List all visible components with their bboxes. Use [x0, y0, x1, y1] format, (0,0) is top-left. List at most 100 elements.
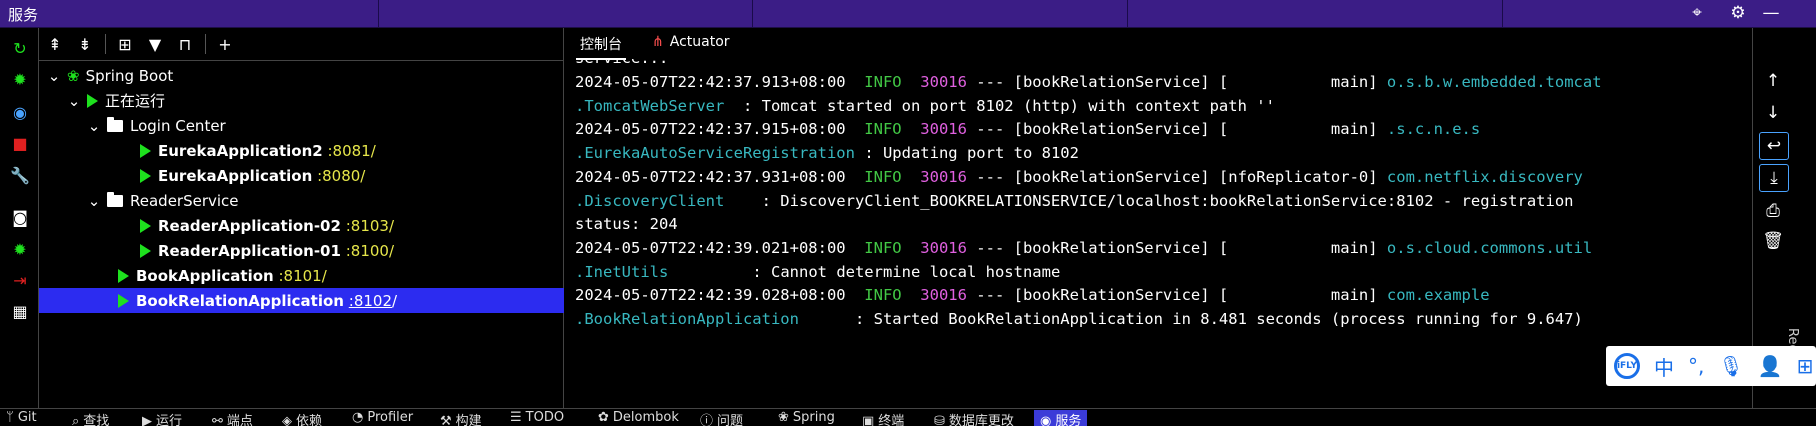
tree-node-app[interactable]: BookApplication :8101/ [39, 263, 642, 288]
scroll-to-end-icon[interactable]: ⤓ [1759, 164, 1789, 192]
app-port-link[interactable]: :8100/ [346, 242, 394, 260]
log-partial-line: service... [575, 59, 668, 67]
tree-toolbar: ⇞ ⇟ ⊞ ▼ ⊓ + [39, 28, 563, 61]
add-service-icon[interactable]: + [213, 32, 237, 56]
tool-window-button[interactable]: ⛁ 数据库更改 [934, 410, 1014, 426]
log-timestamp: 2024-05-07T22:42:37.913+08:00 [575, 73, 846, 91]
log-pid: 30016 [920, 167, 967, 186]
app-name: BookApplication [136, 266, 274, 285]
run-icon: ▶ [142, 414, 152, 426]
expand-all-icon[interactable]: ⇞ [43, 32, 67, 56]
delombok-icon: ✿ [598, 410, 609, 425]
tool-window-title: 服务 [8, 6, 39, 24]
tree-node-running[interactable]: ⌄ 正在运行 [39, 88, 591, 113]
log-logger: .s.c.n.e.s [1386, 120, 1481, 139]
ifly-logo[interactable]: iFLY [1614, 353, 1640, 379]
collapse-all-icon[interactable]: ⇟ [73, 32, 97, 56]
tab-console[interactable]: 控制台 [576, 34, 626, 60]
tool-window-button[interactable]: ⚯ 端点 [212, 410, 253, 426]
header-divider [378, 0, 379, 27]
database-icon: ⛁ [934, 414, 945, 426]
actuator-icon: ⋔ [652, 34, 664, 50]
log-timestamp: 2024-05-07T22:42:39.028+08:00 [575, 286, 846, 305]
tree-node-group[interactable]: ⌄ Login Center [39, 113, 611, 138]
log-level: INFO [864, 120, 902, 139]
app-port-link[interactable]: :8103/ [346, 217, 394, 235]
tool-window-button[interactable]: ❀ Spring [778, 410, 835, 425]
log-line: 2024-05-07T22:42:39.028+08:00 INFO 30016… [575, 286, 1490, 304]
apps-icon[interactable]: ⊞ [1797, 354, 1814, 378]
user-icon[interactable]: 👤 [1758, 354, 1783, 378]
browser-icon[interactable]: ◉ [8, 100, 32, 124]
microphone-icon[interactable]: 🎙 [1718, 354, 1743, 378]
log-timestamp: 2024-05-07T22:42:37.931+08:00 [575, 167, 846, 186]
target-icon[interactable]: ⌖ [1685, 2, 1709, 24]
tool-window-button[interactable]: ⓘ 问题 [700, 410, 743, 426]
rerun-icon[interactable]: ↻ [8, 36, 32, 60]
tool-window-button[interactable]: ◔ Profiler [352, 410, 413, 425]
chevron-down-icon[interactable]: ⌄ [87, 117, 101, 135]
build-icon: ⚒ [440, 414, 452, 426]
app-port-link[interactable]: :8102 [349, 292, 392, 310]
tree-node-group[interactable]: ⌄ ReaderService [39, 188, 611, 213]
log-padding [724, 192, 761, 210]
tree-node-app-selected[interactable]: BookRelationApplication :8102/ [39, 288, 642, 313]
console-log[interactable]: service... 2024-05-07T22:42:37.913+08:00… [564, 59, 1751, 408]
layout-icon[interactable]: ▦ [8, 299, 32, 323]
wrench-icon[interactable]: 🔧 [8, 163, 32, 187]
tool-window-button[interactable]: ⚒ 构建 [440, 410, 482, 426]
log-logger: com.netflix.discovery [1386, 167, 1583, 186]
scroll-down-icon[interactable]: ↓ [1759, 100, 1787, 126]
attach-debugger-icon[interactable]: ✹ [8, 237, 32, 261]
filter-icon[interactable]: ▼ [143, 32, 167, 56]
gear-icon[interactable]: ⚙ [1726, 2, 1750, 24]
tree-node-spring-boot[interactable]: ⌄ ❀ Spring Boot [39, 63, 571, 88]
tool-window-bar: ᛘ Git ⌕ 查找 ▶ 运行 ⚯ 端点 ◈ 依赖 ◔ Profiler ⚒ 构建 ☰ TODO ✿ Delomb… [0, 408, 1816, 426]
log-message: : DiscoveryClient_BOOKRELATIONSERVICE/lo… [761, 191, 1574, 210]
tool-window-label: 依赖 [296, 414, 323, 426]
trash-icon[interactable]: 🗑 [1759, 228, 1787, 254]
tool-window-button[interactable]: ◈ 依赖 [282, 410, 322, 426]
app-port-link[interactable]: :8101/ [278, 267, 326, 285]
tool-window-label: TODO [525, 410, 565, 425]
scroll-up-icon[interactable]: ↑ [1759, 68, 1787, 94]
log-logger-class: .TomcatWebServer [575, 96, 725, 115]
ime-mode-button[interactable]: 中 [1654, 352, 1674, 381]
tool-window-button[interactable]: ◉ 服务 [1034, 410, 1088, 426]
chevron-down-icon[interactable]: ⌄ [47, 67, 61, 85]
debug-icon[interactable]: ✹ [8, 67, 32, 91]
tool-window-label: 数据库更改 [948, 414, 1014, 426]
tool-window-button[interactable]: ☰ TODO [510, 410, 564, 425]
ime-toolbar: iFLY 中 °, 🎙 👤 ⊞ [1606, 346, 1816, 386]
chevron-down-icon[interactable]: ⌄ [87, 192, 101, 210]
group-by-icon[interactable]: ⊞ [113, 32, 137, 56]
new-tab-icon[interactable]: ⊓ [173, 32, 197, 56]
punctuation-icon[interactable]: °, [1688, 354, 1704, 378]
log-thread: --- [bookRelationService] [ main] [966, 286, 1387, 305]
run-icon [140, 168, 151, 183]
chevron-down-icon[interactable]: ⌄ [67, 92, 81, 110]
folder-icon [107, 191, 123, 207]
tool-window-button[interactable]: ▣ 终端 [862, 410, 904, 426]
camera-icon[interactable]: ◙ [8, 205, 32, 229]
app-port-link[interactable]: :8081/ [328, 142, 376, 160]
app-port-link[interactable]: :8080/ [317, 167, 365, 185]
tool-window-button[interactable]: ✿ Delombok [598, 410, 679, 425]
log-padding [668, 263, 752, 281]
tab-actuator[interactable]: ⋔ Actuator [648, 34, 734, 54]
log-wrapped-text: status: 204 [575, 215, 678, 234]
log-pid: 30016 [920, 73, 967, 91]
header-divider [1127, 0, 1128, 27]
left-action-strip: ↻ ✹ ◉ ■ 🔧 ◙ ✹ ⇥ ▦ [0, 28, 39, 408]
tool-window-button[interactable]: ▶ 运行 [142, 410, 182, 426]
tool-window-button[interactable]: ᛘ Git [6, 410, 37, 425]
log-pid: 30016 [920, 286, 967, 305]
log-line-continuation: .TomcatWebServer : Tomcat started on por… [575, 97, 1275, 115]
log-line-continuation: .BookRelationApplication : Started BookR… [575, 310, 1583, 328]
exit-icon[interactable]: ⇥ [8, 268, 32, 292]
minimize-icon[interactable]: — [1759, 2, 1783, 24]
tool-window-button[interactable]: ⌕ 查找 [72, 410, 109, 426]
print-icon[interactable]: ⎙ [1759, 198, 1787, 224]
stop-icon[interactable]: ■ [8, 131, 32, 155]
soft-wrap-icon[interactable]: ↩ [1759, 132, 1789, 160]
